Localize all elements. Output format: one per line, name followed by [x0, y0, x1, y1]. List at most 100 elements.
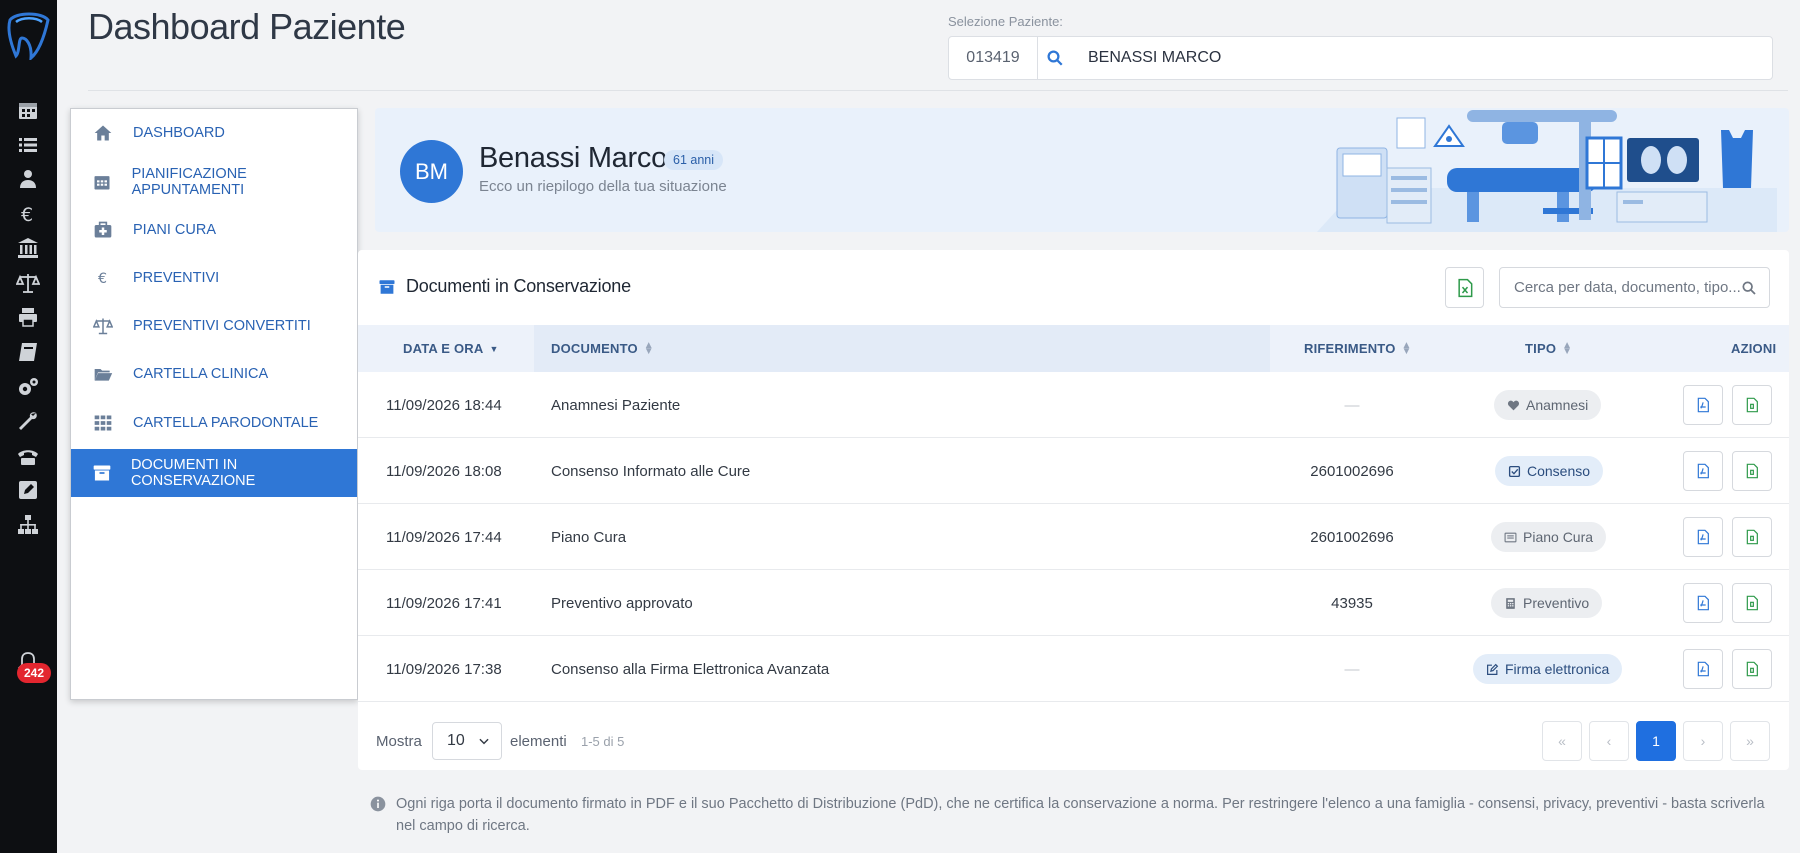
- page-title: Dashboard Paziente: [88, 6, 406, 47]
- column-header-date[interactable]: DATA E ORA ▼: [403, 325, 499, 372]
- download-pdf-button[interactable]: [1683, 517, 1723, 557]
- pagination-next[interactable]: ›: [1683, 721, 1723, 761]
- sitemap-icon[interactable]: [14, 511, 42, 539]
- download-pdd-button[interactable]: [1732, 649, 1772, 689]
- dental-clinic-illustration: [1317, 110, 1777, 232]
- type-tag: Piano Cura: [1491, 522, 1607, 552]
- documents-title-text: Documenti in Conservazione: [406, 276, 631, 296]
- show-label: Mostra: [376, 732, 422, 750]
- menu-item-cartella-clinica[interactable]: CARTELLA CLINICA: [71, 350, 357, 398]
- column-header-reference[interactable]: RIFERIMENTO ▲ ▼: [1304, 325, 1412, 372]
- menu-item-label: DASHBOARD: [133, 125, 225, 141]
- patient-name-field[interactable]: BENASSI MARCO: [1072, 49, 1221, 67]
- menu-item-piani-cura[interactable]: PIANI CURA: [71, 206, 357, 254]
- book-icon[interactable]: [14, 338, 42, 366]
- scale-icon: [75, 316, 131, 336]
- type-tag-label: Consenso: [1527, 463, 1591, 479]
- info-note: Ogni riga porta il documento firmato in …: [370, 793, 1770, 837]
- doctor-icon[interactable]: [14, 165, 42, 193]
- menu-item-preventivi[interactable]: € PREVENTIVI: [71, 254, 357, 302]
- scale-icon[interactable]: [14, 269, 42, 297]
- items-count: 1-5 di 5: [581, 733, 625, 749]
- menu-item-label: CARTELLA PARODONTALE: [133, 415, 319, 431]
- download-pdf-button[interactable]: [1683, 649, 1723, 689]
- table-row: 11/09/2026 17:41 Preventivo approvato 43…: [358, 570, 1789, 636]
- column-label: AZIONI: [1731, 341, 1777, 356]
- avatar: BM: [400, 140, 463, 203]
- pdf-icon: [1697, 529, 1709, 545]
- type-tag-label: Firma elettronica: [1505, 661, 1610, 677]
- patient-banner: BM Benassi Marco 61 anni Ecco un riepilo…: [375, 108, 1789, 232]
- excel-icon: [1457, 278, 1472, 297]
- type-tag: Anamnesi: [1494, 390, 1602, 420]
- gears-icon[interactable]: [14, 373, 42, 401]
- archive-file-icon: [1746, 529, 1758, 545]
- search-icon: [1742, 280, 1756, 295]
- edit-icon[interactable]: [14, 476, 42, 504]
- patient-selector[interactable]: 013419 BENASSI MARCO: [948, 36, 1773, 80]
- cell-document: Anamnesi Paziente: [551, 396, 681, 414]
- svg-text:€: €: [21, 204, 33, 226]
- cell-date: 11/09/2026 18:44: [386, 396, 502, 414]
- search-icon[interactable]: [1038, 49, 1072, 67]
- menu-item-documenti-conservazione[interactable]: DOCUMENTI IN CONSERVAZIONE: [71, 449, 357, 497]
- column-header-type[interactable]: TIPO ▲ ▼: [1525, 325, 1572, 372]
- type-tag: Firma elettronica: [1473, 654, 1623, 684]
- notification-badge[interactable]: 242: [17, 663, 52, 683]
- download-pdf-button[interactable]: [1683, 385, 1723, 425]
- grid-icon: [75, 413, 131, 433]
- calendar-icon[interactable]: [14, 96, 42, 124]
- menu-item-appuntamenti[interactable]: PIANIFICAZIONE APPUNTAMENTI: [71, 158, 357, 206]
- patient-code-field[interactable]: 013419: [949, 37, 1038, 79]
- download-pdf-button[interactable]: [1683, 451, 1723, 491]
- column-header-document[interactable]: DOCUMENTO ▲ ▼: [551, 325, 654, 372]
- home-icon: [75, 123, 131, 143]
- download-pdd-button[interactable]: [1732, 583, 1772, 623]
- heartbeat-icon: [1507, 400, 1520, 410]
- menu-item-dashboard[interactable]: DASHBOARD: [71, 109, 357, 157]
- download-pdd-button[interactable]: [1732, 451, 1772, 491]
- column-label: TIPO: [1525, 341, 1557, 356]
- download-pdd-button[interactable]: [1732, 385, 1772, 425]
- list-icon[interactable]: [14, 131, 42, 159]
- app-logo-icon[interactable]: [4, 8, 54, 62]
- menu-item-label: CARTELLA CLINICA: [133, 366, 269, 382]
- list-alt-icon: [1504, 532, 1517, 542]
- printer-icon[interactable]: [14, 303, 42, 331]
- euro-icon[interactable]: €: [14, 200, 42, 228]
- pdf-icon: [1697, 661, 1709, 677]
- pagination-prev[interactable]: ‹: [1589, 721, 1629, 761]
- bank-icon[interactable]: [14, 234, 42, 262]
- patient-subtitle: Ecco un riepilogo della tua situazione: [479, 178, 727, 195]
- pagination-first[interactable]: «: [1542, 721, 1582, 761]
- wrench-icon[interactable]: [14, 407, 42, 435]
- calendar-icon: [75, 172, 130, 192]
- pagination-page[interactable]: 1: [1636, 721, 1676, 761]
- table-header: DATA E ORA ▼ DOCUMENTO ▲ ▼ RIFERIMENTO ▲ ▼…: [358, 325, 1789, 372]
- patient-selector-label: Selezione Paziente:: [948, 14, 1063, 29]
- euro-icon: €: [75, 268, 131, 288]
- download-pdd-button[interactable]: [1732, 517, 1772, 557]
- page-size-select[interactable]: 10: [432, 722, 502, 760]
- search-placeholder: Cerca per data, documento, tipo...: [1514, 279, 1741, 296]
- table-row: 11/09/2026 17:38 Consenso alla Firma Ele…: [358, 636, 1789, 702]
- pagination-last[interactable]: »: [1730, 721, 1770, 761]
- column-label: DOCUMENTO: [551, 341, 638, 356]
- sort-icon: ▲ ▼: [1401, 339, 1412, 357]
- column-label: DATA E ORA: [403, 341, 484, 356]
- documents-search-input[interactable]: Cerca per data, documento, tipo...: [1499, 267, 1770, 308]
- download-pdf-button[interactable]: [1683, 583, 1723, 623]
- svg-text:€: €: [98, 271, 107, 287]
- menu-item-cartella-parodontale[interactable]: CARTELLA PARODONTALE: [71, 399, 357, 447]
- phone-icon[interactable]: [14, 442, 42, 470]
- menu-item-preventivi-convertiti[interactable]: PREVENTIVI CONVERTITI: [71, 302, 357, 350]
- export-excel-button[interactable]: [1445, 267, 1484, 308]
- icon-rail: € 242: [0, 0, 57, 853]
- menu-item-label: PIANIFICAZIONE APPUNTAMENTI: [131, 166, 247, 198]
- chevron-down-icon: [479, 738, 489, 745]
- cell-date: 11/09/2026 17:38: [386, 660, 502, 678]
- page-size-value: 10: [447, 732, 465, 749]
- menu-item-label: PREVENTIVI: [133, 270, 220, 286]
- type-tag: Consenso: [1495, 456, 1604, 486]
- table-footer: Mostra 10 elementi 1-5 di 5 « ‹ 1 › »: [358, 712, 1789, 770]
